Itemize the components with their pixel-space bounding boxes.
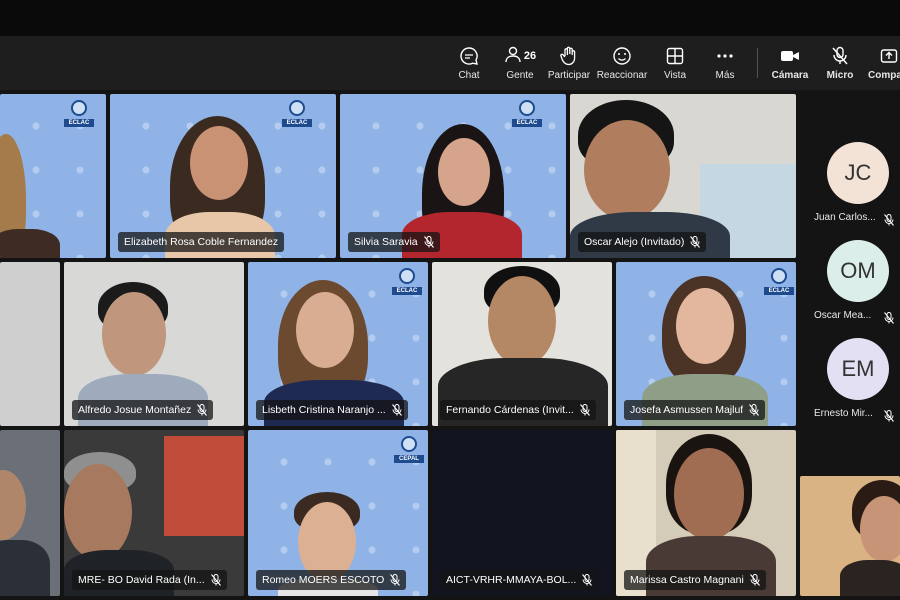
video-tile[interactable]: CEPAL Romeo MOERS ESCOTO [248,430,428,596]
participant-nametag: Oscar Alejo (Invitado) [578,232,707,252]
smiley-icon [611,45,633,67]
toolbar-divider [757,48,758,78]
avatar-name: Oscar Mea... [814,310,872,321]
avatar: OM [827,240,889,302]
participant-nametag: Marissa Castro Magnani [624,570,766,590]
raise-hand-button[interactable]: Participar [546,36,592,90]
video-tile[interactable]: ECLAC Silvia Saravia [340,94,566,258]
un-logo: ECLAC [282,100,312,136]
un-logo: ECLAC [392,268,422,304]
muted-mic-icon [690,236,701,248]
react-button[interactable]: Reaccionar [597,36,647,90]
raise-hand-icon [558,45,580,67]
muted-mic-icon [423,236,434,248]
more-icon [714,45,736,67]
video-tile[interactable]: ECLAC Elizabeth Rosa Coble Fernandez [110,94,336,258]
more-button[interactable]: Más [710,36,740,90]
self-view-tile[interactable] [800,476,900,596]
people-button[interactable]: 26 Gente [500,36,540,90]
participant-nametag: Lisbeth Cristina Naranjo ... [256,400,408,420]
participant-avatar-item[interactable]: OM Oscar Mea... [800,240,900,335]
un-logo: ECLAC [64,100,94,136]
participant-nametag: Fernando Cárdenas (Invit... [440,400,596,420]
muted-mic-icon [579,404,590,416]
people-label: Gente [506,70,534,81]
title-bar [0,0,900,36]
video-tile[interactable]: ECLAC Josefa Asmussen Majluf [616,262,796,426]
un-logo: ECLAC [512,100,542,136]
participant-nametag: Silvia Saravia [348,232,440,252]
participant-nametag: AICT-VRHR-MMAYA-BOL... [440,570,599,590]
muted-mic-icon [391,404,402,416]
participant-nametag: Josefa Asmussen Majluf [624,400,766,420]
camera-icon [779,45,801,67]
video-tile[interactable]: Alfredo Josue Montañez [64,262,244,426]
avatar-name: Juan Carlos... [814,212,876,223]
video-tile[interactable]: ECLAC [0,94,106,258]
participant-nametag: Romeo MOERS ESCOTO [256,570,407,590]
participant-name: Romeo MOERS ESCOTO [262,574,385,586]
avatar: EM [827,338,889,400]
muted-mic-icon [884,213,894,226]
un-logo: ECLAC [764,268,794,304]
video-tile[interactable]: MRE- BO David Rada (In... [64,430,244,596]
participant-name: Oscar Alejo (Invitado) [584,236,685,248]
participant-name: Marissa Castro Magnani [630,574,744,586]
participant-name: Alfredo Josue Montañez [78,404,192,416]
participant-nametag: MRE- BO David Rada (In... [72,570,227,590]
participant-name: Josefa Asmussen Majluf [630,404,744,416]
avatar: JC [827,142,889,204]
video-tile[interactable]: ECLAC Lisbeth Cristina Naranjo ... [248,262,428,426]
video-tile[interactable]: Oscar Alejo (Invitado) [570,94,796,258]
participant-name: AICT-VRHR-MMAYA-BOL... [446,574,577,586]
more-label: Más [715,70,735,81]
muted-mic-icon [390,574,401,586]
share-icon [878,45,900,67]
participant-name: Elizabeth Rosa Coble Fernandez [124,236,279,248]
share-label: Compa [868,70,900,81]
view-button[interactable]: Vista [658,36,692,90]
chat-label: Chat [458,70,480,81]
participant-nametag: Alfredo Josue Montañez [72,400,214,420]
muted-mic-icon [749,574,760,586]
view-label: Vista [663,70,687,81]
participant-name: Fernando Cárdenas (Invit... [446,404,574,416]
raise-hand-label: Participar [547,70,591,81]
overflow-participants: JC Juan Carlos... OM Oscar Mea... EM Ern… [800,90,900,470]
meeting-toolbar: Chat 26 Gente Participar Reaccionar Vist… [0,36,900,90]
participant-name: Lisbeth Cristina Naranjo ... [262,404,386,416]
people-icon [504,45,522,68]
share-button[interactable]: Compa [868,36,900,90]
muted-mic-icon [582,574,593,586]
grid-view-icon [664,45,686,67]
video-tile[interactable] [0,262,60,426]
camera-label: Cámara [771,70,809,81]
muted-mic-icon [884,409,894,422]
muted-mic-icon [884,311,894,324]
chat-icon [458,45,480,67]
participant-avatar-item[interactable]: JC Juan Carlos... [800,142,900,237]
participant-avatar-item[interactable]: EM Ernesto Mir... [800,338,900,433]
video-grid: ECLAC ECLAC Elizabeth Rosa Coble Fernand… [0,90,900,600]
chat-button[interactable]: Chat [452,36,486,90]
react-label: Reaccionar [596,70,648,81]
muted-mic-icon [197,404,208,416]
muted-mic-icon [749,404,760,416]
mic-label: Micro [826,70,854,81]
participant-nametag: Elizabeth Rosa Coble Fernandez [118,232,285,252]
video-tile[interactable]: AICT-VRHR-MMAYA-BOL... [432,430,612,596]
participant-name: Silvia Saravia [354,236,418,248]
participant-name: MRE- BO David Rada (In... [78,574,205,586]
camera-button[interactable]: Cámara [771,36,809,90]
un-logo: CEPAL [394,436,424,472]
people-count: 26 [523,50,537,62]
avatar-name: Ernesto Mir... [814,408,873,419]
video-tile[interactable] [0,430,60,596]
video-tile[interactable]: Fernando Cárdenas (Invit... [432,262,612,426]
mic-off-icon [829,45,851,67]
video-tile[interactable]: Marissa Castro Magnani [616,430,796,596]
mic-button[interactable]: Micro [824,36,856,90]
muted-mic-icon [210,574,221,586]
